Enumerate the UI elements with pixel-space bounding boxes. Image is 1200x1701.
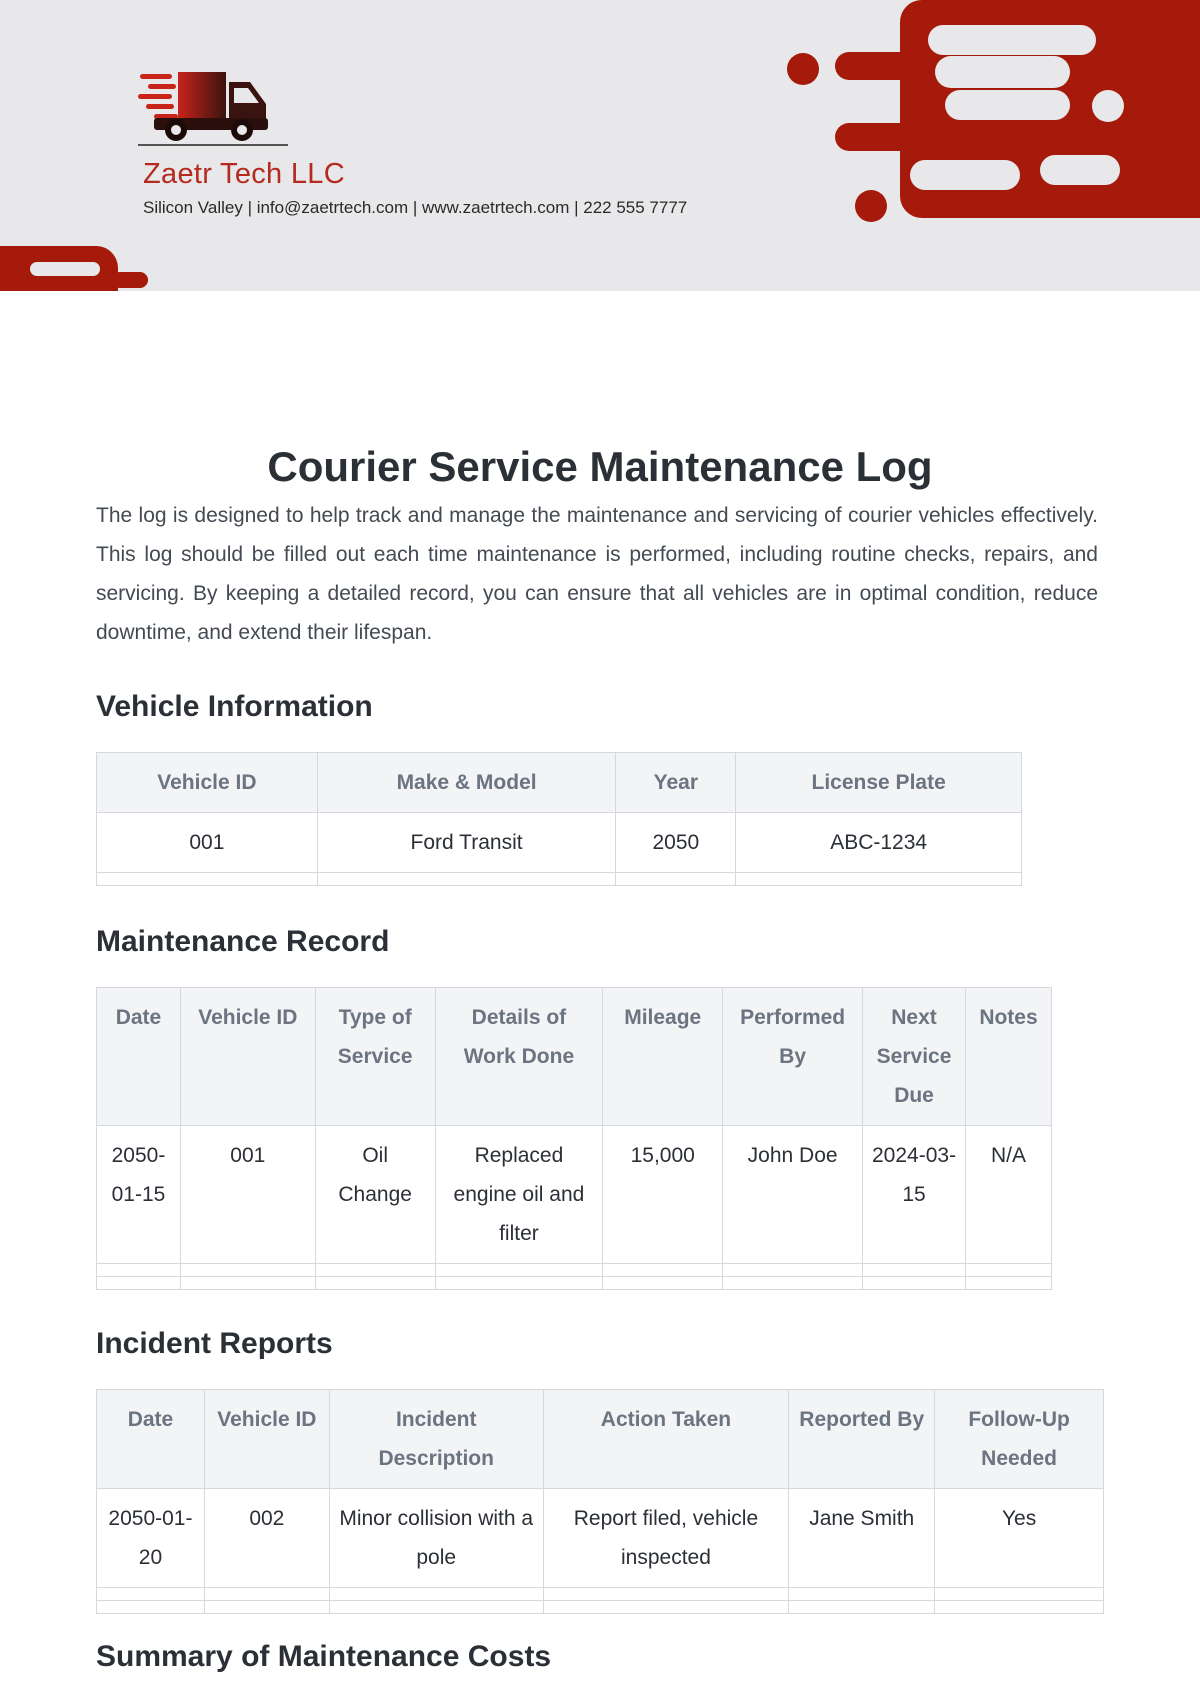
table-header-row: Date Vehicle ID Incident Description Act… (96, 1389, 1104, 1489)
column-header: Date (96, 987, 181, 1126)
decor-cutout (1040, 155, 1120, 185)
decor-cutout (935, 56, 1070, 88)
table-cell: 001 (179, 1125, 316, 1264)
column-header: Vehicle ID (179, 987, 316, 1126)
delivery-truck-icon (138, 72, 288, 146)
table-cell: 002 (203, 1488, 330, 1588)
column-header: Reported By (788, 1389, 936, 1489)
column-header: Action Taken (542, 1389, 790, 1489)
empty-row (96, 1600, 1104, 1614)
empty-row (96, 1587, 1104, 1601)
table-cell: Replaced engine oil and filter (434, 1125, 604, 1264)
company-contact: Silicon Valley | info@zaetrtech.com | ww… (143, 198, 688, 217)
column-header: Year (615, 752, 737, 813)
empty-row (96, 1263, 1052, 1277)
decor-shape (835, 123, 1035, 151)
column-header: Next Service Due (862, 987, 966, 1126)
table-cell: Yes (934, 1488, 1104, 1588)
empty-row (96, 1276, 1052, 1290)
table-row: 001 Ford Transit 2050 ABC-1234 (96, 812, 1022, 873)
intro-paragraph: The log is designed to help track and ma… (96, 504, 1098, 644)
column-header: License Plate (735, 752, 1022, 813)
table-cell: 001 (96, 812, 318, 873)
company-name: Zaetr Tech LLC (143, 158, 345, 190)
empty-row (96, 872, 1022, 886)
decor-shape (787, 53, 819, 85)
table-cell: 2050-01-15 (96, 1125, 181, 1264)
decor-cutout (910, 160, 1020, 190)
section-title-incidents: Incident Reports (96, 1327, 333, 1360)
table-cell: Oil Change (314, 1125, 436, 1264)
table-cell: 2050-01-20 (96, 1488, 205, 1588)
section-title-vehicle-info: Vehicle Information (96, 690, 373, 723)
incident-table: Date Vehicle ID Incident Description Act… (96, 1389, 1104, 1614)
column-header: Type of Service (314, 987, 436, 1126)
table-cell: 15,000 (602, 1125, 724, 1264)
column-header: Mileage (602, 987, 724, 1126)
decor-cutout (945, 90, 1070, 120)
table-cell: John Doe (722, 1125, 864, 1264)
decor-cutout (928, 25, 1096, 55)
column-header: Details of Work Done (434, 987, 604, 1126)
table-cell: Jane Smith (788, 1488, 936, 1588)
table-cell: Minor collision with a pole (328, 1488, 544, 1588)
column-header: Notes (965, 987, 1052, 1126)
table-header-row: Date Vehicle ID Type of Service Details … (96, 987, 1052, 1126)
section-title-costs: Summary of Maintenance Costs (96, 1640, 552, 1673)
decor-cutout (30, 262, 100, 276)
table-cell: Ford Transit (316, 812, 617, 873)
column-header: Date (96, 1389, 205, 1489)
decor-shape (835, 52, 915, 80)
decor-cutout (1092, 90, 1124, 122)
column-header: Incident Description (328, 1389, 544, 1489)
column-header: Vehicle ID (203, 1389, 330, 1489)
decor-shape (112, 272, 148, 288)
column-header: Vehicle ID (96, 752, 318, 813)
table-row: 2050-01-15 001 Oil Change Replaced engin… (96, 1125, 1052, 1264)
table-cell: Report filed, vehicle inspected (542, 1488, 790, 1588)
column-header: Make & Model (316, 752, 617, 813)
column-header: Follow-Up Needed (934, 1389, 1104, 1489)
vehicle-info-table: Vehicle ID Make & Model Year License Pla… (96, 752, 1022, 886)
section-title-maintenance: Maintenance Record (96, 925, 390, 958)
header-banner: Zaetr Tech LLC Silicon Valley | info@zae… (0, 0, 1200, 291)
table-cell: ABC-1234 (735, 812, 1022, 873)
table-row: 2050-01-20 002 Minor collision with a po… (96, 1488, 1104, 1588)
maintenance-table: Date Vehicle ID Type of Service Details … (96, 987, 1052, 1290)
decor-shape (855, 190, 887, 222)
table-cell: 2050 (615, 812, 737, 873)
table-header-row: Vehicle ID Make & Model Year License Pla… (96, 752, 1022, 813)
table-cell: 2024-03-15 (862, 1125, 966, 1264)
column-header: Performed By (722, 987, 864, 1126)
table-cell: N/A (965, 1125, 1052, 1264)
page-title: Courier Service Maintenance Log (267, 443, 933, 490)
